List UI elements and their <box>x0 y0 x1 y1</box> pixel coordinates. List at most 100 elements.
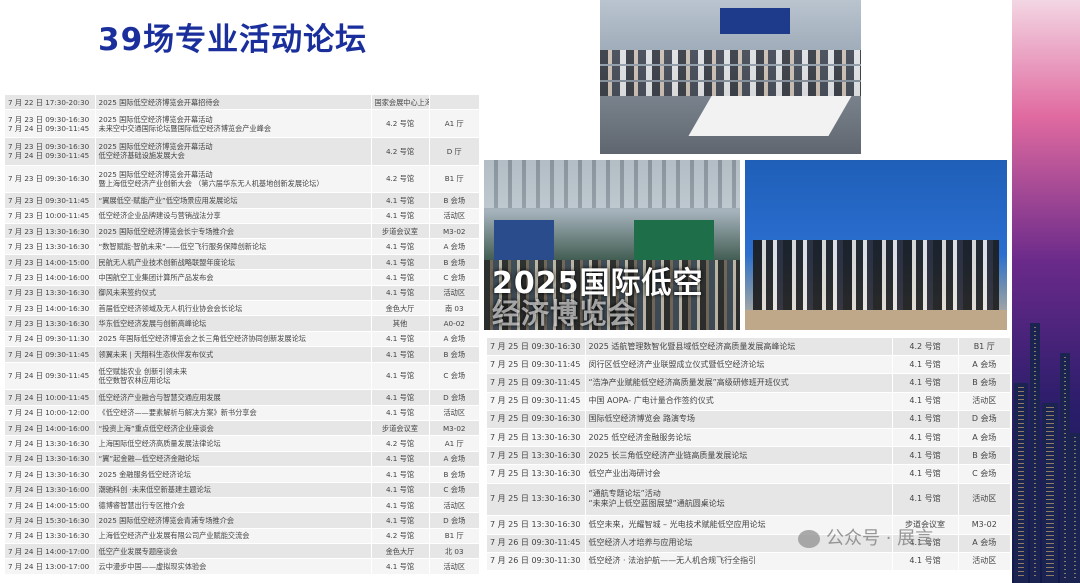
event-title: 《低空经济——要素解析与解决方案》新书分享会 <box>95 405 372 421</box>
schedule-row: 7 月 22 日 17:30-20:30 2025 国际低空经济博览会开幕招待会国… <box>5 95 479 111</box>
event-venue: 4.1 号馆 <box>892 410 959 429</box>
event-venue: 4.1 号馆 <box>892 483 959 517</box>
event-room: B1 厅 <box>429 528 479 545</box>
event-time: 7 月 23 日 14:00-16:00 <box>5 269 96 286</box>
schedule-row: 7 月 25 日 13:30-16:30 2025 长三角低空经济产业链高质量发展… <box>487 446 1010 466</box>
schedule-row: 7 月 23 日 13:30-16:30 御风未来签约仪式 4.1 号馆 活动区 <box>5 285 479 302</box>
event-time: 7 月 23 日 13:30-16:30 <box>5 285 96 302</box>
event-title: 低空产业出海研讨会 <box>585 464 893 484</box>
event-title: “通航专题论坛”活动 “未来沪上低空蓝图展望”通航圆桌论坛 <box>585 483 893 517</box>
event-room: A 会场 <box>429 238 479 255</box>
event-title: 华东低空经济发展与创新高峰论坛 <box>95 315 372 332</box>
event-title: 低空经济产业融合与智慧交通应用发展 <box>95 389 372 406</box>
event-time: 7 月 25 日 09:30-16:30 <box>487 410 586 429</box>
event-time: 7 月 24 日 10:00-11:45 <box>5 389 96 406</box>
schedule-row: 7 月 25 日 09:30-11:45 闵行区低空经济产业联盟成立仪式暨低空经济… <box>487 355 1010 375</box>
expo-hall-photo: 2025国际低空 经济博览会 <box>484 160 740 330</box>
event-venue: 4.1 号馆 <box>892 392 959 411</box>
event-room: B 会场 <box>429 254 479 271</box>
event-title: 低空赋能农业 创新引领未来 低空数智农林应用论坛 <box>95 362 372 391</box>
schedule-row: 7 月 23 日 09:30-16:30 7 月 24 日 09:30-11:4… <box>5 137 479 166</box>
event-title: 领翼未来 | 天翔科生态伙伴发布仪式 <box>95 346 372 363</box>
event-time: 7 月 26 日 09:30-11:30 <box>487 552 586 571</box>
schedule-row: 7 月 24 日 09:30-11:45 低空赋能农业 创新引领未来 低空数智农林… <box>5 362 479 391</box>
event-time: 7 月 24 日 13:30-16:00 <box>5 482 96 498</box>
schedule-row: 7 月 24 日 10:00-12:00 《低空经济——要素解析与解决方案》新书分… <box>5 405 479 421</box>
schedule-table-left: 7 月 22 日 17:30-20:30 2025 国际低空经济博览会开幕招待会国… <box>5 95 479 575</box>
event-venue: 步道会议室 <box>371 420 430 437</box>
event-venue: 4.1 号馆 <box>892 428 959 448</box>
event-title: 上海国际低空经济高质量发展法律论坛 <box>95 435 372 452</box>
event-title: 2025 长三角低空经济产业链高质量发展论坛 <box>585 446 893 466</box>
schedule-row: 7 月 23 日 14:00-15:00 民航无人机产业技术创新战略联盟年度论坛 4… <box>5 254 479 271</box>
event-venue: 4.1 号馆 <box>371 208 430 225</box>
event-title: 2025 金融服务低空经济论坛 <box>95 466 372 483</box>
event-room: A0-02 <box>429 315 479 332</box>
schedule-row: 7 月 24 日 13:30-16:30 上海国际低空经济高质量发展法律论坛 4.2… <box>5 435 479 452</box>
event-time: 7 月 25 日 09:30-11:45 <box>487 373 586 393</box>
schedule-row: 7 月 23 日 13:30-16:30 华东低空经济发展与创新高峰论坛 其他 A0-… <box>5 315 479 332</box>
event-time: 7 月 24 日 15:30-16:30 <box>5 512 96 529</box>
event-time: 7 月 25 日 09:30-11:45 <box>487 355 586 375</box>
event-title: 国际低空经济博览会 路演专场 <box>585 410 893 429</box>
schedule-row: 7 月 24 日 13:30-16:30 “翼”起金融—低空经济金融论坛 4.1 号… <box>5 451 479 468</box>
event-venue: 4.1 号馆 <box>371 238 430 255</box>
event-room: C 会场 <box>429 269 479 286</box>
event-time: 7 月 25 日 09:30-11:45 <box>487 392 586 411</box>
event-venue: 4.1 号馆 <box>371 451 430 468</box>
event-title: 闵行区低空经济产业联盟成立仪式暨低空经济论坛 <box>585 355 893 375</box>
event-room: A 会场 <box>429 451 479 468</box>
event-room: B 会场 <box>958 446 1010 466</box>
event-room: D 会场 <box>429 512 479 529</box>
event-title: 御风未来签约仪式 <box>95 285 372 302</box>
event-title: 潮驰科创 ·未来低空新基建主题论坛 <box>95 482 372 498</box>
event-room: 活动区 <box>429 497 479 514</box>
event-title: 2025 国际低空经济博览会青浦专场推介会 <box>95 512 372 529</box>
schedule-row: 7 月 24 日 14:00-17:00 低空产业发展专题座谈会 金色大厅北 03 <box>5 543 479 560</box>
event-time: 7 月 24 日 09:30-11:45 <box>5 346 96 363</box>
schedule-row: 7 月 23 日 14:00-16:00 中国航空工业集团计算所产品发布会 4.1 … <box>5 269 479 286</box>
event-room: C 会场 <box>958 464 1010 484</box>
event-title: 上海低空经济产业发展有限公司产业赋能交流会 <box>95 528 372 545</box>
event-time: 7 月 24 日 13:00-17:00 <box>5 558 96 575</box>
event-time: 7 月 24 日 13:30-16:30 <box>5 435 96 452</box>
schedule-row: 7 月 24 日 14:00-15:00 德博睿智慧出行专区推介会 4.1 号馆 活动… <box>5 497 479 514</box>
event-room: C 会场 <box>429 482 479 498</box>
event-venue: 4.1 号馆 <box>371 558 430 575</box>
event-venue: 金色大厅 <box>371 543 430 560</box>
conference-audience-photo <box>600 0 861 154</box>
event-venue: 4.1 号馆 <box>371 512 430 529</box>
event-title: 首届低空经济领域及无人机行业协会会长论坛 <box>95 300 372 317</box>
event-venue: 4.1 号馆 <box>892 446 959 466</box>
event-room: M3-02 <box>429 420 479 437</box>
schedule-row: 7 月 23 日 14:00-16:30 首届低空经济领域及无人机行业协会会长论坛… <box>5 300 479 317</box>
event-venue: 4.1 号馆 <box>371 331 430 348</box>
schedule-row: 7 月 25 日 09:30-11:45 “浩净产业赋能低空经济高质量发展”高级研… <box>487 373 1010 393</box>
schedule-row: 7 月 25 日 09:30-11:45 中国 AOPA- 广电计量合作签约仪式 4… <box>487 392 1010 411</box>
event-room: B 会场 <box>958 373 1010 393</box>
event-venue: 4.1 号馆 <box>892 464 959 484</box>
event-title: 2025 低空经济金融服务论坛 <box>585 428 893 448</box>
event-time: 7 月 25 日 13:30-16:30 <box>487 446 586 466</box>
photo-overlay-line-2: 经济博览会 <box>492 297 638 330</box>
schedule-row: 7 月 25 日 09:30-16:30 国际低空经济博览会 路演专场 4.1 号馆… <box>487 410 1010 429</box>
schedule-row: 7 月 24 日 10:00-11:45 低空经济产业融合与智慧交通应用发展 4.1… <box>5 389 479 406</box>
schedule-row: 7 月 24 日 15:30-16:30 2025 国际低空经济博览会青浦专场推介… <box>5 512 479 529</box>
event-room: B 会场 <box>429 466 479 483</box>
event-title: “投资上海”重点低空经济企业座谈会 <box>95 420 372 437</box>
event-time: 7 月 23 日 14:00-15:00 <box>5 254 96 271</box>
event-venue: 4.2 号馆 <box>892 338 959 357</box>
event-venue: 步道会议室 <box>371 223 430 240</box>
event-time: 7 月 23 日 09:30-16:30 <box>5 165 96 194</box>
event-room: A 会场 <box>958 534 1010 553</box>
event-title: 低空产业发展专题座谈会 <box>95 543 372 560</box>
event-room: 活动区 <box>429 558 479 575</box>
event-room: 活动区 <box>958 552 1010 571</box>
schedule-row: 7 月 24 日 13:00-17:00 云中漫步中国——虚拟现实体验会 4.1 号… <box>5 558 479 575</box>
event-title: 2025 国际低空经济博览会开幕招待会 <box>95 95 372 111</box>
schedule-row: 7 月 25 日 13:30-16:30 低空产业出海研讨会 4.1 号馆 C 会场 <box>487 464 1010 484</box>
event-title: “翼展低空·赋能产业”低空场景应用发展论坛 <box>95 192 372 209</box>
event-room: D 厅 <box>429 137 479 166</box>
event-title: 中国 AOPA- 广电计量合作签约仪式 <box>585 392 893 411</box>
event-venue: 4.1 号馆 <box>371 362 430 391</box>
